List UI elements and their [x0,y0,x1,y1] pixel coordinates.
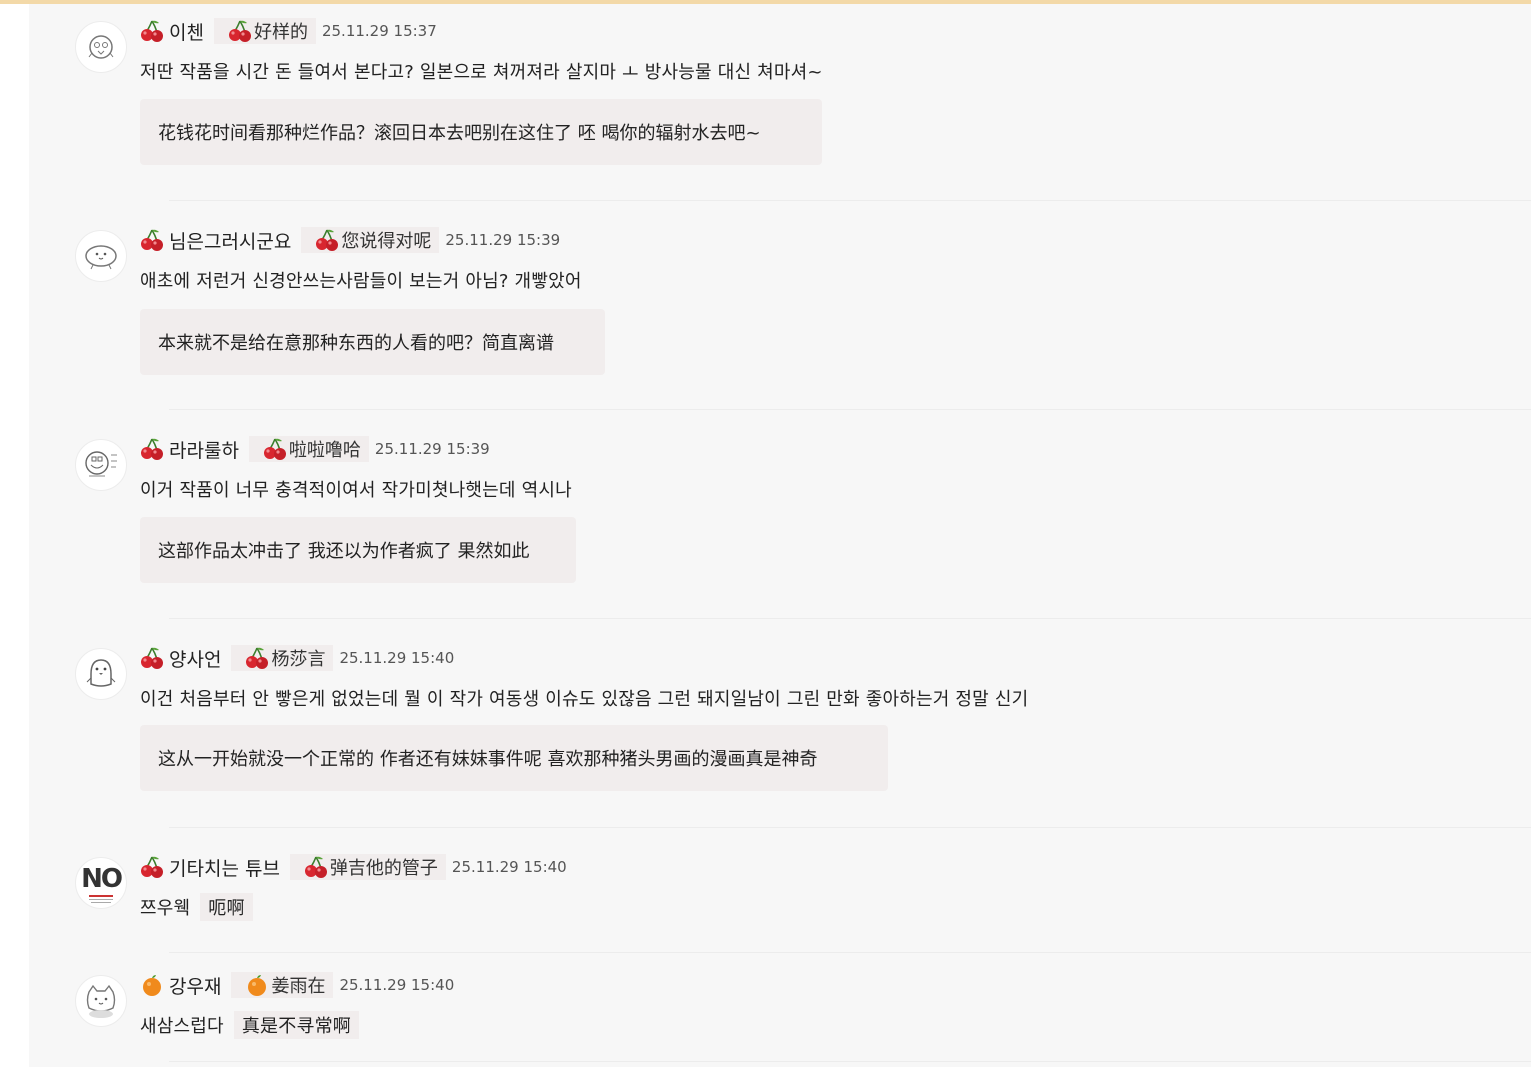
comment-text: 새삼스럽다 真是不寻常啊 [140,1011,360,1039]
translated-author-chip: 弹吉他的管子 [289,854,446,880]
comment-header: 양사언 杨莎言 25.11.29 15:40 [140,644,454,672]
author-name[interactable]: 라라룰하 [169,436,239,463]
timestamp: 25.11.29 15:39 [445,231,561,249]
translated-author-name: 您说得对呢 [341,231,432,252]
comment-text-original: 쯔우웩 [140,898,191,919]
orange-icon [143,975,161,996]
translated-author-name: 好样的 [253,22,308,43]
doodle-avatar[interactable] [75,439,127,491]
comment-header: 님은그러시군요 您说得对呢 25.11.29 15:39 [140,226,560,254]
comment-text-original: 새삼스럽다 [140,1016,224,1037]
no-logo-avatar[interactable]: NO [75,857,127,909]
comment-header: 라라룰하 啦啦噜哈 25.11.29 15:39 [140,435,490,463]
comment-header: 이첸 好样的 25.11.29 15:37 [140,17,437,45]
translated-author-chip: 姜雨在 [231,972,334,998]
translated-author-name: 姜雨在 [271,976,326,997]
comment-text: 이거 작품이 너무 충격적이여서 작가미쳣나햇는데 역시나 [140,480,572,501]
cherry-icon [140,646,164,670]
comment-text: 애초에 저런거 신경안쓰는사람들이 보는거 아님? 개빻았어 [140,271,582,292]
translated-author-name: 杨莎言 [271,649,326,670]
comment-divider [169,618,1531,619]
timestamp: 25.11.29 15:40 [451,858,567,876]
comment-item: NO 기타치는 튜브 弹吉他的管子 25.11.29 15:40 쯔우웩 呃啊 [29,850,1531,960]
comment-header: 강우재 姜雨在 25.11.29 15:40 [140,971,454,999]
timestamp: 25.11.29 15:40 [339,649,455,667]
comment-item: 강우재 姜雨在 25.11.29 15:40 새삼스럽다 真是不寻常啊 [29,968,1531,1067]
comment-divider [169,200,1531,201]
comment-item: 라라룰하 啦啦噜哈 25.11.29 15:39 이거 작품이 너무 충격적이여… [29,432,1531,626]
comment-header: 기타치는 튜브 弹吉他的管子 25.11.29 15:40 [140,853,567,881]
timestamp: 25.11.29 15:37 [321,22,437,40]
comment-text: 저딴 작품을 시간 돈 들여서 본다고? 일본으로 쳐꺼져라 살지마 ㅗ 방사능… [140,62,823,83]
translation-box: 这从一开始就没一个正常的 作者还有妹妹事件呢 喜欢那种猪头男画的漫画真是神奇 [140,725,888,791]
cherry-icon [263,437,287,461]
author-name[interactable]: 이첸 [169,18,204,45]
inline-translation: 真是不寻常啊 [233,1011,360,1039]
bird-avatar[interactable] [75,21,127,73]
translated-author-name: 啦啦噜哈 [288,440,361,461]
comment-divider [169,1061,1531,1062]
cherry-icon [228,19,252,43]
translated-author-name: 弹吉他的管子 [329,858,438,879]
comment-divider [169,952,1531,953]
author-name[interactable]: 님은그러시군요 [169,227,291,254]
author-name[interactable]: 강우재 [169,972,221,999]
penguin-avatar[interactable] [75,648,127,700]
no-logo-text: NO [81,863,123,894]
comment-item: 양사언 杨莎言 25.11.29 15:40 이건 처음부터 안 빻은게 없었는… [29,641,1531,835]
cherry-icon [245,646,270,670]
translated-author-chip: 您说得对呢 [301,227,440,253]
cherry-icon [304,855,328,879]
translated-author-chip: 啦啦噜哈 [248,436,369,462]
translated-author-chip: 好样的 [213,18,316,44]
cherry-icon [315,228,340,252]
author-name[interactable]: 양사언 [169,645,221,672]
cherry-icon [140,228,164,252]
comment-text: 쯔우웩 呃啊 [140,893,253,921]
comment-divider [169,827,1531,828]
orange-icon [248,975,267,996]
cherry-icon [140,855,164,879]
comment-divider [169,409,1531,410]
cherry-icon [140,437,164,461]
translated-author-chip: 杨莎言 [231,645,334,671]
translation-box: 花钱花时间看那种烂作品？滚回日本去吧别在这住了 呸 喝你的辐射水去吧~ [140,99,822,165]
timestamp: 25.11.29 15:40 [339,976,455,994]
comment-item: 님은그러시군요 您说得对呢 25.11.29 15:39 애초에 저런거 신경안… [29,223,1531,417]
comment-item: 이첸 好样的 25.11.29 15:37 저딴 작품을 시간 돈 들여서 본다… [29,14,1531,208]
inline-translation: 呃啊 [200,893,253,921]
author-name[interactable]: 기타치는 튜브 [169,854,280,881]
translation-box: 本来就不是给在意那种东西的人看的吧？简直离谱 [140,309,605,375]
translation-box: 这部作品太冲击了 我还以为作者疯了 果然如此 [140,517,576,583]
cherry-icon [140,19,164,43]
comment-text: 이건 처음부터 안 빻은게 없었는데 뭘 이 작가 여동생 이슈도 있잖음 그런… [140,689,1029,710]
timestamp: 25.11.29 15:39 [374,440,490,458]
blob-avatar[interactable] [75,230,127,282]
cat-avatar[interactable] [75,975,127,1027]
